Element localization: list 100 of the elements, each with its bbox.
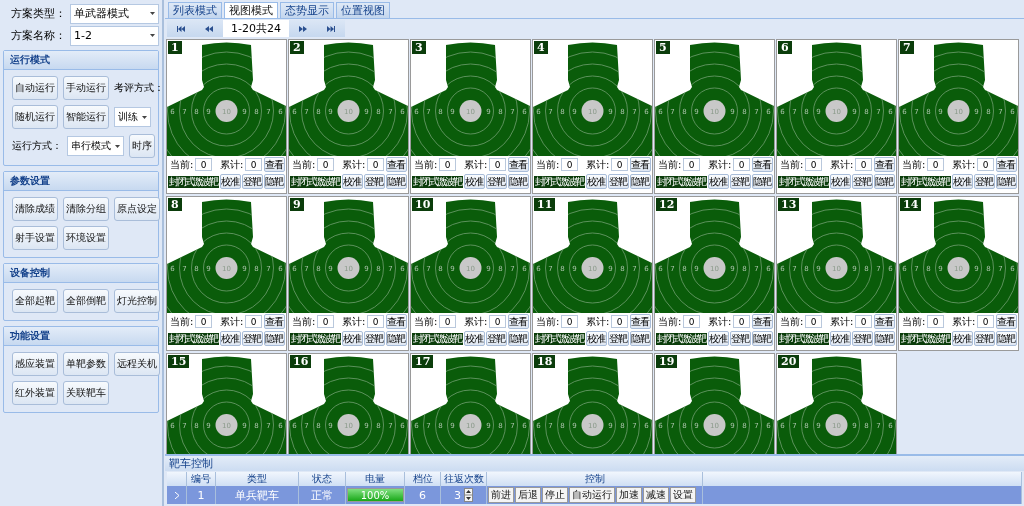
target-button[interactable]: 校准 <box>586 174 607 189</box>
action-button[interactable]: 全部倒靶 <box>63 289 109 313</box>
current-score-field[interactable]: 0 <box>317 315 334 328</box>
target-button[interactable]: 登靶 <box>486 331 507 346</box>
total-score-field[interactable]: 0 <box>367 158 384 171</box>
current-score-field[interactable]: 0 <box>927 158 944 171</box>
dropdown-field[interactable]: 单武器模式 <box>70 3 159 24</box>
view-button[interactable]: 查看 <box>752 157 773 172</box>
target-button[interactable]: 登靶 <box>364 331 385 346</box>
target-button[interactable]: 隐靶 <box>874 174 895 189</box>
target-button[interactable]: 校准 <box>708 331 729 346</box>
view-button[interactable]: 查看 <box>630 157 651 172</box>
target-button[interactable]: 登靶 <box>852 174 873 189</box>
action-button[interactable]: 红外装置 <box>12 381 58 405</box>
current-score-field[interactable]: 0 <box>195 315 212 328</box>
target-button[interactable]: 登靶 <box>242 174 263 189</box>
action-button[interactable]: 手动运行 <box>63 76 109 100</box>
target-button[interactable]: 校准 <box>464 174 485 189</box>
action-button[interactable]: 远程关机 <box>114 352 160 376</box>
target-button[interactable]: 登靶 <box>608 331 629 346</box>
target-button[interactable]: 校准 <box>586 331 607 346</box>
current-score-field[interactable]: 0 <box>805 158 822 171</box>
target-button[interactable]: 校准 <box>708 174 729 189</box>
target-button[interactable]: 隐靶 <box>386 331 407 346</box>
total-score-field[interactable]: 0 <box>733 315 750 328</box>
target-button[interactable]: 校准 <box>342 331 363 346</box>
target-button[interactable]: 登靶 <box>730 174 751 189</box>
action-button[interactable]: 自动运行 <box>12 76 58 100</box>
target-button[interactable]: 登靶 <box>486 174 507 189</box>
control-button[interactable]: 停止 <box>542 487 568 503</box>
view-button[interactable]: 查看 <box>264 157 285 172</box>
action-button[interactable]: 单靶参数 <box>63 352 109 376</box>
action-button[interactable]: 原点设定 <box>114 197 160 221</box>
total-score-field[interactable]: 0 <box>489 158 506 171</box>
view-button[interactable]: 查看 <box>996 314 1017 329</box>
action-button[interactable]: 环境设置 <box>63 226 109 250</box>
target-button[interactable]: 登靶 <box>730 331 751 346</box>
current-score-field[interactable]: 0 <box>683 158 700 171</box>
target-button[interactable]: 隐靶 <box>996 331 1017 346</box>
total-score-field[interactable]: 0 <box>245 158 262 171</box>
current-score-field[interactable]: 0 <box>683 315 700 328</box>
view-button[interactable]: 查看 <box>996 157 1017 172</box>
control-button[interactable]: 前进 <box>488 487 514 503</box>
target-button[interactable]: 隐靶 <box>752 174 773 189</box>
current-score-field[interactable]: 0 <box>927 315 944 328</box>
view-button[interactable]: 查看 <box>386 157 407 172</box>
view-tab[interactable]: 列表模式 <box>168 2 222 18</box>
target-button[interactable]: 登靶 <box>974 174 995 189</box>
current-score-field[interactable]: 0 <box>561 158 578 171</box>
total-score-field[interactable]: 0 <box>245 315 262 328</box>
action-button[interactable]: 感应装置 <box>12 352 58 376</box>
action-button[interactable]: 灯光控制 <box>114 289 160 313</box>
dropdown-field[interactable]: 1-2 <box>70 25 159 46</box>
action-button[interactable]: 时序 <box>129 134 155 158</box>
target-button[interactable]: 校准 <box>220 331 241 346</box>
target-button[interactable]: 隐靶 <box>996 174 1017 189</box>
view-button[interactable]: 查看 <box>874 157 895 172</box>
view-button[interactable]: 查看 <box>386 314 407 329</box>
current-score-field[interactable]: 0 <box>561 315 578 328</box>
total-score-field[interactable]: 0 <box>977 315 994 328</box>
target-button[interactable]: 校准 <box>830 331 851 346</box>
target-button[interactable]: 隐靶 <box>630 331 651 346</box>
target-button[interactable]: 隐靶 <box>508 174 529 189</box>
total-score-field[interactable]: 0 <box>733 158 750 171</box>
view-button[interactable]: 查看 <box>264 314 285 329</box>
total-score-field[interactable]: 0 <box>611 315 628 328</box>
dropdown-field[interactable]: 串行模式 <box>67 136 124 156</box>
action-button[interactable]: 全部起靶 <box>12 289 58 313</box>
view-button[interactable]: 查看 <box>508 314 529 329</box>
total-score-field[interactable]: 0 <box>367 315 384 328</box>
total-score-field[interactable]: 0 <box>611 158 628 171</box>
view-tab[interactable]: 位置视图 <box>336 2 390 18</box>
action-button[interactable]: 随机运行 <box>12 105 58 129</box>
target-button[interactable]: 登靶 <box>242 331 263 346</box>
control-button[interactable]: 自动运行 <box>569 487 615 503</box>
control-button[interactable]: 减速 <box>643 487 669 503</box>
view-tab[interactable]: 视图模式 <box>224 2 278 18</box>
current-score-field[interactable]: 0 <box>805 315 822 328</box>
view-button[interactable]: 查看 <box>630 314 651 329</box>
target-button[interactable]: 校准 <box>952 331 973 346</box>
control-button[interactable]: 加速 <box>616 487 642 503</box>
view-button[interactable]: 查看 <box>874 314 895 329</box>
target-button[interactable]: 校准 <box>220 174 241 189</box>
view-button[interactable]: 查看 <box>508 157 529 172</box>
total-score-field[interactable]: 0 <box>855 158 872 171</box>
target-button[interactable]: 隐靶 <box>874 331 895 346</box>
target-button[interactable]: 校准 <box>342 174 363 189</box>
action-button[interactable]: 关联靶车 <box>63 381 109 405</box>
target-button[interactable]: 隐靶 <box>264 331 285 346</box>
control-button[interactable]: 设置 <box>670 487 696 503</box>
action-button[interactable]: 清除成绩 <box>12 197 58 221</box>
total-score-field[interactable]: 0 <box>855 315 872 328</box>
view-tab[interactable]: 态势显示 <box>280 2 334 18</box>
current-score-field[interactable]: 0 <box>317 158 334 171</box>
target-button[interactable]: 登靶 <box>364 174 385 189</box>
target-button[interactable]: 隐靶 <box>630 174 651 189</box>
total-score-field[interactable]: 0 <box>489 315 506 328</box>
target-button[interactable]: 隐靶 <box>752 331 773 346</box>
dropdown-field[interactable]: 训练 <box>114 107 151 127</box>
total-score-field[interactable]: 0 <box>977 158 994 171</box>
